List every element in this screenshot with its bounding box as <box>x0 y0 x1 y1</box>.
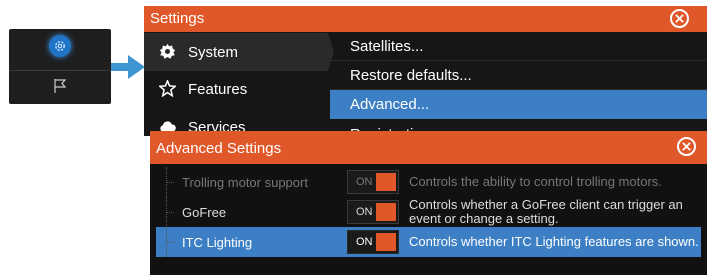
category-system[interactable]: System <box>144 33 328 71</box>
toggle-state: ON <box>356 206 373 218</box>
close-icon <box>675 14 684 23</box>
toggle-switch[interactable]: ON <box>347 230 399 254</box>
gear-icon[interactable] <box>49 35 71 57</box>
setting-name: ITC Lighting <box>182 235 253 250</box>
setting-name: Trolling motor support <box>182 175 308 190</box>
menu-item-satellites[interactable]: Satellites... <box>330 32 707 61</box>
setting-description: Controls whether ITC Lighting features a… <box>409 234 699 249</box>
setting-name: GoFree <box>182 205 227 220</box>
settings-titlebar: Settings <box>144 6 707 32</box>
setting-row-gofree[interactable]: GoFree ON Controls whether a GoFree clie… <box>156 197 701 227</box>
toggle-switch[interactable]: ON <box>347 200 399 224</box>
setting-row-itc-lighting[interactable]: ITC Lighting ON Controls whether ITC Lig… <box>156 227 701 257</box>
toggle-knob <box>376 173 396 191</box>
advanced-close-button[interactable] <box>677 137 696 156</box>
category-label: Features <box>188 81 248 98</box>
menu-item-label: Satellites... <box>350 38 424 55</box>
settings-title: Settings <box>150 10 205 27</box>
advanced-settings-dialog: Advanced Settings Trolling motor support… <box>150 131 707 275</box>
tree-branch <box>166 212 174 213</box>
menu-item-label: Restore defaults... <box>350 67 472 84</box>
arrow-icon <box>111 55 145 79</box>
close-icon <box>682 142 691 151</box>
menu-item-label: Advanced... <box>350 96 430 113</box>
setting-description: Controls the ability to control trolling… <box>409 174 662 189</box>
toggle-state: ON <box>356 176 373 188</box>
setting-description: Controls whether a GoFree client can tri… <box>409 197 683 226</box>
flag-icon <box>54 79 67 93</box>
settings-close-button[interactable] <box>670 9 689 28</box>
menu-item-advanced[interactable]: Advanced... <box>330 90 707 119</box>
star-icon <box>159 80 176 97</box>
category-features[interactable]: Features <box>144 70 328 108</box>
setting-row-trolling-motor[interactable]: Trolling motor support ON Controls the a… <box>156 167 701 197</box>
menu-item-restore-defaults[interactable]: Restore defaults... <box>330 61 707 90</box>
thumbnail-divider <box>9 70 111 71</box>
toggle-knob <box>376 203 396 221</box>
toggle-state: ON <box>356 236 373 248</box>
tree-branch <box>166 242 174 243</box>
gear-icon <box>159 43 176 59</box>
advanced-titlebar: Advanced Settings <box>150 131 707 164</box>
category-label: System <box>188 44 239 61</box>
toggle-knob <box>376 233 396 251</box>
tree-branch <box>166 182 174 183</box>
advanced-title: Advanced Settings <box>156 140 282 157</box>
toggle-switch[interactable]: ON <box>347 170 399 194</box>
settings-panel: Settings System Features Services Satell… <box>144 6 707 149</box>
settings-thumbnail <box>9 29 111 104</box>
